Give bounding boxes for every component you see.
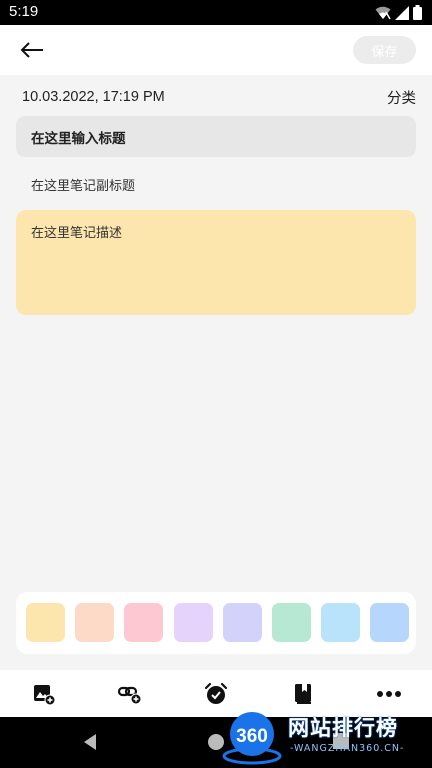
add-image-button[interactable] xyxy=(30,680,58,708)
color-swatch-lilac[interactable] xyxy=(174,603,213,642)
description-input[interactable]: 在这里笔记描述 xyxy=(16,210,416,315)
color-palette xyxy=(16,592,416,654)
status-time: 5:19 xyxy=(9,3,39,20)
watermark-brand: 网站排行榜 xyxy=(288,716,398,740)
color-swatch-lavender[interactable] xyxy=(223,603,262,642)
category-button[interactable]: 分类 xyxy=(387,87,416,108)
more-icon xyxy=(377,691,401,697)
wifi-icon xyxy=(375,6,391,19)
color-swatch-blue[interactable] xyxy=(370,603,409,642)
subtitle-input[interactable]: 在这里笔记副标题 xyxy=(16,166,416,202)
note-datetime: 10.03.2022, 17:19 PM xyxy=(22,89,165,105)
title-input[interactable]: 在这里输入标题 xyxy=(16,116,416,157)
color-swatch-yellow[interactable] xyxy=(26,603,65,642)
battery-icon xyxy=(413,5,422,20)
watermark-url: -WANGZHAN360.CN- xyxy=(290,743,405,754)
alarm-icon xyxy=(204,682,228,704)
color-swatch-peach[interactable] xyxy=(75,603,114,642)
watermark-badge-text: 360 xyxy=(236,726,268,747)
add-link-icon xyxy=(117,686,142,705)
app-bar: 保存 xyxy=(0,25,432,75)
watermark: 360 网站排行榜 -WANGZHAN360.CN- xyxy=(222,710,432,768)
alarm-button[interactable] xyxy=(202,680,230,708)
back-button[interactable] xyxy=(16,37,48,63)
more-button[interactable] xyxy=(375,680,403,708)
status-bar: 5:19 xyxy=(0,0,432,25)
add-link-button[interactable] xyxy=(116,680,144,708)
add-image-icon xyxy=(34,685,56,706)
save-button[interactable]: 保存 xyxy=(353,36,416,64)
color-swatch-sky[interactable] xyxy=(321,603,360,642)
color-swatch-mint[interactable] xyxy=(272,603,311,642)
bookmark-button[interactable] xyxy=(289,680,317,708)
arrow-left-icon xyxy=(20,42,43,58)
back-triangle-icon[interactable] xyxy=(82,733,98,751)
color-swatch-pink[interactable] xyxy=(124,603,163,642)
meta-row: 10.03.2022, 17:19 PM 分类 xyxy=(22,87,416,107)
status-icons xyxy=(375,5,422,20)
bookmark-icon xyxy=(295,684,311,704)
signal-icon xyxy=(395,5,409,20)
watermark-badge-icon: 360 xyxy=(222,712,282,765)
